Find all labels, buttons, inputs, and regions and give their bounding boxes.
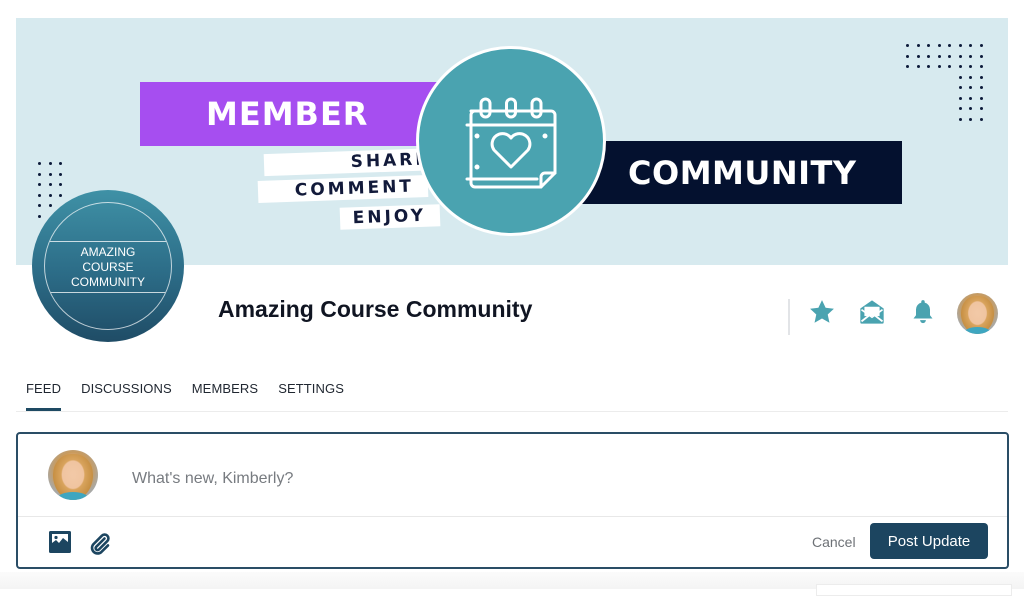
avatar-shirt: [965, 327, 990, 334]
decorative-dot: [969, 107, 972, 110]
decorative-dot: [906, 54, 909, 58]
decorative-dot: [958, 65, 962, 68]
decorative-dot: [979, 44, 983, 47]
decorative-dot: [969, 65, 972, 68]
image-icon: [49, 531, 71, 553]
decorative-dot: [979, 86, 983, 89]
user-avatar[interactable]: [957, 293, 998, 334]
decorative-dot: [38, 183, 41, 186]
decorative-dot: [969, 96, 972, 100]
post-input[interactable]: [130, 469, 834, 489]
banner-tagline-comment: COMMENT: [257, 175, 429, 203]
favorite-button[interactable]: [807, 297, 837, 327]
sidebar-card-edge: [816, 584, 1012, 596]
decorative-dot: [969, 44, 972, 47]
group-logo-text: AMAZING COURSE COMMUNITY: [45, 241, 171, 293]
avatar-shirt: [58, 492, 88, 500]
banner-calendar-badge: [416, 46, 606, 236]
decorative-dot: [59, 172, 62, 176]
decorative-dot: [958, 44, 962, 47]
decorative-dot: [906, 44, 909, 47]
post-update-button[interactable]: Post Update: [870, 523, 988, 559]
group-title: Amazing Course Community: [218, 296, 533, 322]
decorative-dot: [38, 204, 41, 207]
decorative-dot: [48, 193, 52, 197]
group-logo-line-1: AMAZING: [80, 244, 136, 259]
group-logo[interactable]: AMAZING COURSE COMMUNITY: [32, 190, 184, 342]
banner-member-label: MEMBER: [140, 82, 440, 146]
cancel-button[interactable]: Cancel: [812, 534, 856, 550]
decorative-dot: [948, 54, 951, 58]
messages-button[interactable]: [857, 297, 887, 327]
decorative-dot: [979, 96, 983, 100]
decorative-dot: [927, 54, 930, 58]
decorative-dot: [958, 117, 962, 121]
composer-avatar: [48, 450, 98, 500]
post-composer: Cancel Post Update: [16, 432, 1009, 569]
attach-file-button[interactable]: [88, 531, 112, 560]
decorative-dot: [979, 107, 983, 110]
decorative-dot: [979, 65, 983, 68]
decorative-dot: [948, 44, 951, 47]
decorative-dot: [38, 193, 41, 197]
decorative-dot: [958, 54, 962, 58]
bell-icon: [913, 300, 933, 324]
composer-divider: [18, 516, 1007, 517]
decorative-dot: [927, 44, 930, 47]
decorative-dot: [927, 65, 930, 68]
decorative-dot: [979, 117, 983, 121]
envelope-open-icon: [860, 300, 884, 324]
tab-settings[interactable]: SETTINGS: [278, 381, 344, 396]
decorative-dot: [916, 44, 920, 47]
decorative-dot: [937, 54, 941, 58]
decorative-dot: [958, 75, 962, 79]
decorative-dot: [38, 214, 41, 218]
paperclip-icon: [90, 533, 110, 555]
decorative-dot: [958, 107, 962, 110]
decorative-dot: [38, 172, 41, 176]
group-logo-line-2: COURSE: [82, 259, 134, 274]
notifications-button[interactable]: [908, 297, 938, 327]
calendar-heart-icon: [465, 97, 557, 189]
decorative-dot: [948, 65, 951, 68]
tabs-divider: [16, 411, 1008, 412]
decorative-dot: [59, 193, 62, 197]
decorative-dot: [48, 162, 52, 165]
decorative-dot: [916, 54, 920, 58]
decorative-dot: [979, 75, 983, 79]
decorative-dot: [969, 75, 972, 79]
decorative-dot: [958, 86, 962, 89]
add-image-button[interactable]: [49, 531, 71, 558]
decorative-dot: [937, 44, 941, 47]
decorative-dot: [59, 183, 62, 186]
decorative-dot: [979, 54, 983, 58]
group-logo-line-3: COMMUNITY: [71, 274, 145, 289]
decorative-dot: [48, 204, 52, 207]
decorative-dot: [48, 172, 52, 176]
decorative-dot: [969, 86, 972, 89]
tab-discussions[interactable]: DISCUSSIONS: [81, 381, 172, 396]
banner-community-label: COMMUNITY: [576, 141, 902, 204]
star-icon: [810, 300, 834, 323]
group-logo-ring: AMAZING COURSE COMMUNITY: [44, 202, 172, 330]
decorative-dot: [958, 96, 962, 100]
decorative-dot: [38, 162, 41, 165]
decorative-dot: [48, 183, 52, 186]
decorative-dot: [969, 117, 972, 121]
header-divider: [788, 299, 790, 335]
decorative-dot: [59, 162, 62, 165]
decorative-dot: [937, 65, 941, 68]
decorative-dot: [906, 65, 909, 68]
group-tabs: FEED DISCUSSIONS MEMBERS SETTINGS: [26, 381, 344, 411]
decorative-dot: [969, 54, 972, 58]
tab-feed[interactable]: FEED: [26, 381, 62, 411]
banner-tagline-enjoy: ENJOY: [339, 204, 441, 230]
tab-members[interactable]: MEMBERS: [192, 381, 258, 396]
decorative-dot: [916, 65, 920, 68]
